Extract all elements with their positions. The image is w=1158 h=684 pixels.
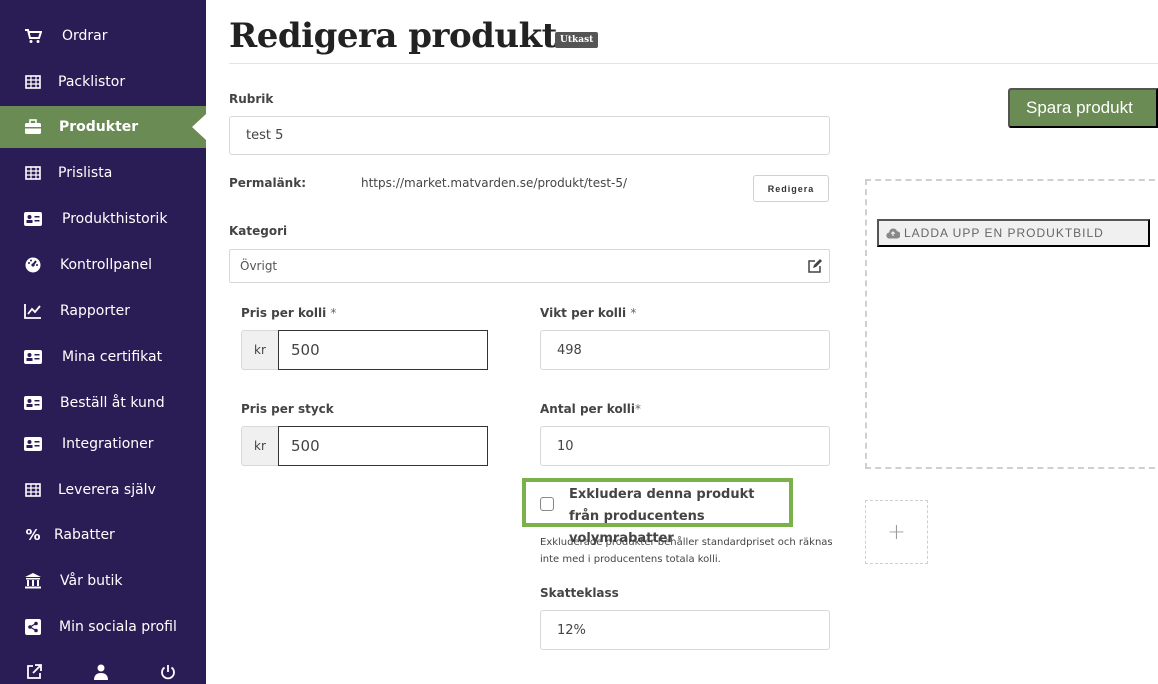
sidebar-item-label: Integrationer: [62, 436, 154, 452]
sidebar-item-rapporter[interactable]: Rapporter: [0, 290, 206, 332]
id-card-icon: [24, 348, 42, 366]
sidebar-item-prislista[interactable]: Prislista: [0, 152, 206, 194]
kategori-label: Kategori: [229, 224, 288, 238]
vikt-kolli-value: 498: [557, 342, 582, 358]
user-icon[interactable]: [91, 662, 111, 682]
sidebar-item-label: Leverera själv: [58, 482, 156, 498]
id-card-icon: [24, 394, 42, 412]
cloud-upload-icon: [886, 228, 901, 242]
sidebar-item-label: Min sociala profil: [59, 619, 177, 635]
sidebar-item-bestall-at-kund[interactable]: Beställ åt kund: [0, 382, 206, 424]
sidebar-item-label: Ordrar: [62, 28, 108, 44]
dashboard-icon: [24, 256, 42, 274]
page-title: Redigera produkt: [229, 16, 557, 56]
rubrik-label: Rubrik: [229, 92, 274, 106]
rubrik-input[interactable]: test 5: [229, 116, 830, 155]
upload-image-button[interactable]: LADDA UPP EN PRODUKTBILD: [877, 219, 1150, 247]
currency-prefix: kr: [241, 330, 278, 370]
skatteklass-value: 12%: [557, 622, 586, 638]
pris-styck-label: Pris per styck: [241, 402, 334, 416]
pris-kolli-value: 500: [291, 341, 320, 359]
sidebar-item-mina-certifikat[interactable]: Mina certifikat: [0, 336, 206, 378]
status-badge: Utkast: [555, 32, 599, 48]
sidebar-item-leverera-sjalv[interactable]: Leverera själv: [0, 469, 206, 511]
kategori-select[interactable]: Övrigt: [229, 249, 830, 283]
sidebar-item-label: Rabatter: [54, 527, 115, 543]
kategori-value: Övrigt: [240, 259, 278, 273]
divider: [229, 63, 1158, 64]
upload-label: LADDA UPP EN PRODUKTBILD: [904, 226, 1104, 240]
pris-styck-value: 500: [291, 437, 320, 455]
exclude-help-text: Exkluderade produkter behåller standardp…: [540, 537, 833, 565]
pris-kolli-input[interactable]: 500: [278, 330, 488, 370]
pris-styck-input[interactable]: 500: [278, 426, 488, 466]
percent-icon: %: [25, 526, 41, 544]
rubrik-value: test 5: [246, 128, 284, 143]
sidebar-item-label: Produkter: [59, 119, 139, 135]
share-icon: [24, 618, 42, 636]
sidebar-item-rabatter[interactable]: % Rabatter: [0, 514, 206, 556]
sidebar-item-kontrollpanel[interactable]: Kontrollpanel: [0, 244, 206, 286]
sidebar-footer: [0, 655, 206, 684]
save-product-button[interactable]: Spara produkt: [1008, 88, 1158, 128]
sidebar-item-label: Kontrollpanel: [60, 257, 153, 273]
sidebar-item-label: Packlistor: [58, 74, 126, 90]
table-icon: [24, 481, 42, 499]
sidebar-item-label: Prislista: [58, 165, 113, 181]
skatteklass-label: Skatteklass: [540, 586, 619, 600]
vikt-kolli-input[interactable]: 498: [540, 330, 830, 370]
table-icon: [24, 164, 42, 182]
antal-kolli-value: 10: [557, 438, 574, 454]
briefcase-icon: [24, 118, 42, 136]
sidebar-item-label: Mina certifikat: [62, 349, 163, 365]
sidebar-item-label: Rapporter: [60, 303, 130, 319]
sidebar-item-var-butik[interactable]: Vår butik: [0, 560, 206, 602]
sidebar-item-label: Produkthistorik: [62, 211, 168, 227]
exclude-checkbox[interactable]: [540, 497, 554, 511]
sidebar-item-integrationer[interactable]: Integrationer: [0, 423, 206, 465]
sidebar-item-ordrar[interactable]: Ordrar: [0, 15, 206, 57]
vikt-kolli-label: Vikt per kolli *: [540, 306, 637, 320]
id-card-icon: [24, 435, 42, 453]
id-card-icon: [24, 210, 42, 228]
line-chart-icon: [24, 302, 42, 320]
power-icon[interactable]: [158, 662, 178, 682]
external-link-icon[interactable]: [24, 662, 44, 682]
edit-permalink-button[interactable]: Redigera: [753, 175, 829, 202]
sidebar-item-produkthistorik[interactable]: Produkthistorik: [0, 198, 206, 240]
sidebar-item-label: Vår butik: [60, 573, 123, 589]
currency-prefix: kr: [241, 426, 278, 466]
add-image-button[interactable]: +: [865, 500, 928, 564]
antal-kolli-label: Antal per kolli*: [540, 402, 642, 416]
table-icon: [24, 73, 42, 91]
sidebar-item-label: Beställ åt kund: [60, 395, 165, 411]
sidebar-item-produkter[interactable]: Produkter: [0, 106, 206, 148]
permalink-label: Permalänk:: [229, 176, 306, 190]
pris-kolli-label: Pris per kolli *: [241, 306, 337, 320]
sidebar-item-min-sociala-profil[interactable]: Min sociala profil: [0, 606, 206, 648]
antal-kolli-input[interactable]: 10: [540, 426, 830, 466]
sidebar-item-packlistor[interactable]: Packlistor: [0, 61, 206, 103]
skatteklass-select[interactable]: 12%: [540, 610, 830, 650]
sidebar: Ordrar Packlistor Produkter Prislista Pr…: [0, 0, 206, 684]
cart-icon: [24, 27, 42, 45]
edit-icon[interactable]: [807, 258, 823, 274]
permalink-url[interactable]: https://market.matvarden.se/produkt/test…: [361, 176, 627, 190]
bank-icon: [24, 572, 42, 590]
